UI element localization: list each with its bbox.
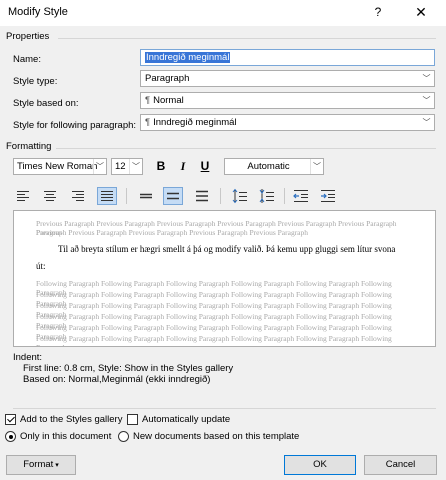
double-spacing-icon <box>196 190 208 202</box>
space-increase-icon <box>232 188 247 204</box>
only-this-document-label[interactable]: Only in this document <box>20 431 111 442</box>
auto-update-checkbox[interactable] <box>127 414 138 425</box>
auto-update-label[interactable]: Automatically update <box>142 414 230 425</box>
properties-divider <box>58 38 436 39</box>
following-paragraph-line: Following Paragraph Following Paragraph … <box>36 334 392 346</box>
style-preview: Previous Paragraph Previous Paragraph Pr… <box>13 210 436 347</box>
ok-button[interactable]: OK <box>284 455 356 475</box>
following-select[interactable]: ¶ Inndregið meginmál ﹀ <box>140 114 435 131</box>
add-to-gallery-checkbox[interactable] <box>5 414 16 425</box>
align-center-button[interactable] <box>40 187 60 205</box>
align-left-button[interactable] <box>13 187 33 205</box>
font-color-select[interactable]: Automatic ﹀ <box>224 158 324 175</box>
justify-button[interactable] <box>97 187 117 205</box>
single-spacing-icon <box>140 193 152 199</box>
toolbar-divider <box>126 188 127 204</box>
increase-indent-button[interactable] <box>318 187 338 205</box>
dialog-title: Modify Style <box>8 6 68 18</box>
space-before-increase-button[interactable] <box>230 187 250 205</box>
new-documents-label[interactable]: New documents based on this template <box>133 431 299 442</box>
name-value: Inndregið meginmál <box>145 52 231 63</box>
chevron-down-icon: ﹀ <box>422 118 431 127</box>
format-button[interactable]: Format ▾ <box>6 455 76 475</box>
formatting-heading: Formatting <box>6 141 52 152</box>
description-line: Indent: <box>13 352 43 363</box>
add-to-gallery-label[interactable]: Add to the Styles gallery <box>20 414 122 425</box>
format-button-label: Format <box>23 459 54 470</box>
font-value: Times New Roman <box>17 161 98 172</box>
space-before-decrease-button[interactable] <box>257 187 277 205</box>
align-left-icon <box>17 191 29 201</box>
chevron-down-icon: ﹀ <box>93 159 106 174</box>
name-label: Name: <box>13 54 41 65</box>
properties-heading: Properties <box>6 31 50 42</box>
increase-indent-icon <box>321 190 335 202</box>
following-label: Style for following paragraph: <box>13 120 137 131</box>
description-divider <box>13 408 436 409</box>
one-half-spacing-icon <box>167 192 179 200</box>
justify-icon <box>101 191 113 201</box>
following-value: Inndregið meginmál <box>153 117 237 128</box>
decrease-indent-button[interactable] <box>291 187 311 205</box>
chevron-down-icon: ﹀ <box>129 159 142 174</box>
previous-paragraph-line: Paragraph Previous Paragraph Previous Pa… <box>36 228 309 237</box>
paragraph-icon: ¶ <box>145 95 151 106</box>
one-half-spacing-button[interactable] <box>163 187 183 205</box>
style-type-label: Style type: <box>13 76 58 87</box>
new-documents-radio[interactable] <box>118 431 129 442</box>
font-size-value: 12 <box>115 161 126 172</box>
preview-text-line: út: <box>36 261 46 271</box>
chevron-down-icon: ﹀ <box>422 96 431 105</box>
paragraph-icon: ¶ <box>145 117 151 128</box>
style-type-select[interactable]: Paragraph ﹀ <box>140 70 435 87</box>
chevron-down-icon: ﹀ <box>310 159 323 174</box>
space-decrease-icon <box>259 189 274 203</box>
align-right-icon <box>72 191 84 201</box>
align-right-button[interactable] <box>68 187 88 205</box>
formatting-divider <box>56 148 436 149</box>
font-select[interactable]: Times New Roman ﹀ <box>13 158 107 175</box>
style-type-value: Paragraph <box>145 73 190 84</box>
based-on-select[interactable]: ¶ Normal ﹀ <box>140 92 435 109</box>
toolbar-divider <box>220 188 221 204</box>
help-button[interactable]: ? <box>364 2 392 22</box>
title-bar: Modify Style ? ✕ <box>0 0 446 26</box>
bold-button[interactable]: B <box>151 158 171 175</box>
font-size-select[interactable]: 12 ﹀ <box>111 158 143 175</box>
font-color-value: Automatic <box>247 161 290 172</box>
caret-down-icon: ▾ <box>55 462 59 469</box>
based-on-label: Style based on: <box>13 98 79 109</box>
name-field[interactable]: Inndregið meginmál <box>140 49 435 66</box>
cancel-button[interactable]: Cancel <box>364 455 437 475</box>
chevron-down-icon: ﹀ <box>422 74 431 83</box>
single-spacing-button[interactable] <box>136 187 156 205</box>
toolbar-divider <box>284 188 285 204</box>
align-center-icon <box>44 191 56 201</box>
description-line: Based on: Normal,Meginmál (ekki inndregi… <box>23 374 211 385</box>
style-description: Indent: First line: 0.8 cm, Style: Show … <box>13 352 436 407</box>
based-on-value: Normal <box>153 95 184 106</box>
only-this-document-radio[interactable] <box>5 431 16 442</box>
underline-button[interactable]: U <box>195 158 215 175</box>
description-line: First line: 0.8 cm, Style: Show in the S… <box>23 363 234 374</box>
close-button[interactable]: ✕ <box>406 2 436 22</box>
decrease-indent-icon <box>293 190 308 202</box>
double-spacing-button[interactable] <box>192 187 212 205</box>
italic-button[interactable]: I <box>173 158 193 175</box>
